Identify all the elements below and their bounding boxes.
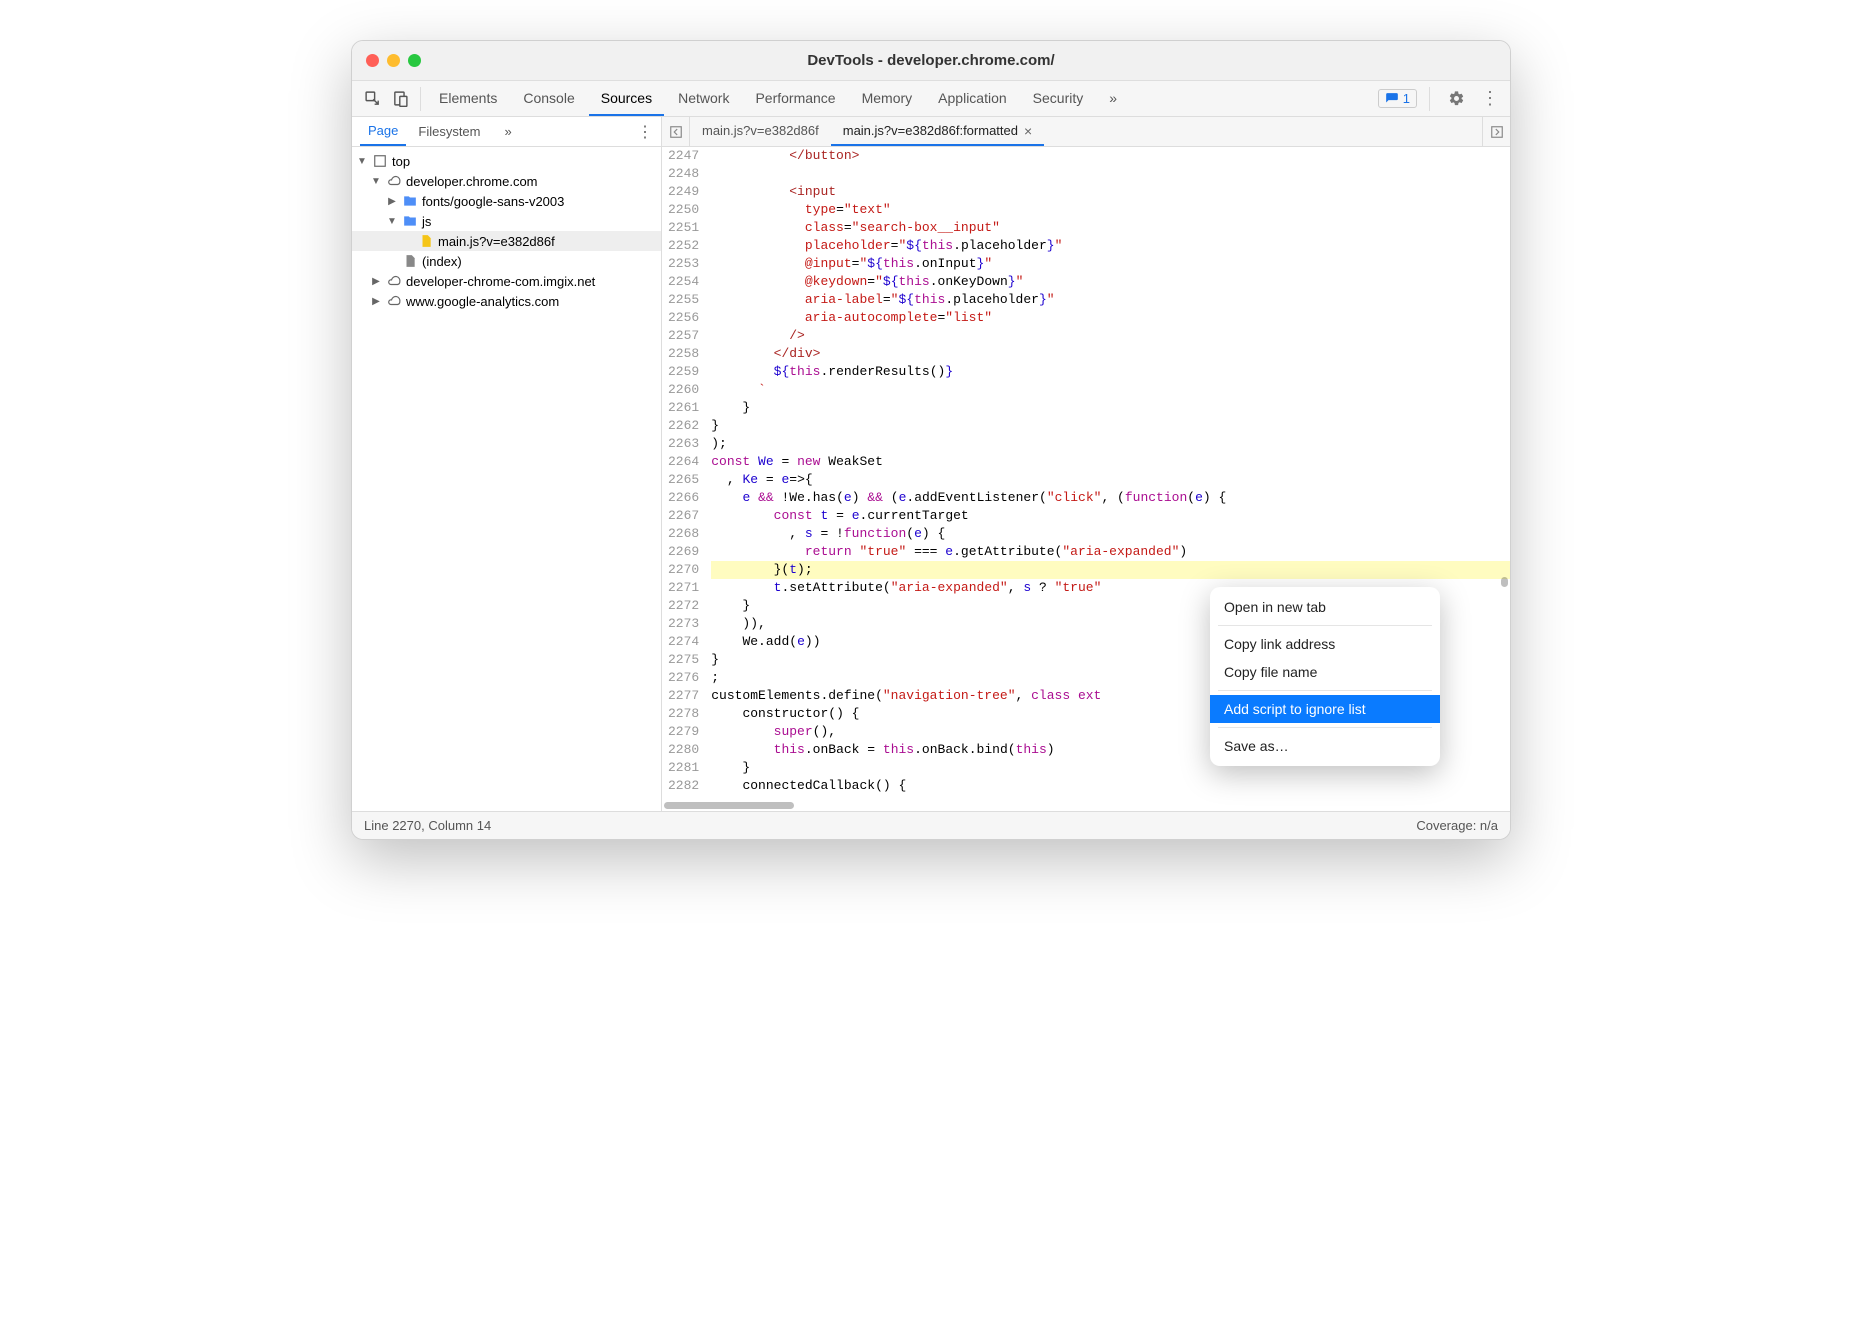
separator xyxy=(1429,87,1430,111)
document-icon xyxy=(402,253,418,269)
navigator-tabs: Page Filesystem » ⋮ xyxy=(352,117,661,147)
window-title: DevTools - developer.chrome.com/ xyxy=(352,52,1510,69)
tree-label: main.js?v=e382d86f xyxy=(438,234,555,249)
frame-icon xyxy=(372,153,388,169)
menu-copy-link-address[interactable]: Copy link address xyxy=(1210,630,1440,658)
tree-node-top[interactable]: ▼ top xyxy=(352,151,661,171)
separator xyxy=(420,87,421,111)
navigator-menu-icon[interactable]: ⋮ xyxy=(637,122,653,142)
file-tab-mainjs[interactable]: main.js?v=e382d86f xyxy=(690,117,831,146)
tree-label: top xyxy=(392,154,410,169)
menu-copy-file-name[interactable]: Copy file name xyxy=(1210,658,1440,686)
history-back-icon[interactable] xyxy=(662,117,690,146)
file-tree: ▼ top ▼ developer.chrome.com ▶ fonts/goo… xyxy=(352,147,661,315)
tab-performance[interactable]: Performance xyxy=(743,81,847,116)
file-tabs: main.js?v=e382d86f main.js?v=e382d86f:fo… xyxy=(662,117,1510,147)
cloud-icon xyxy=(386,293,402,309)
menu-separator xyxy=(1218,690,1432,691)
context-menu: Open in new tab Copy link address Copy f… xyxy=(1210,587,1440,766)
menu-save-as[interactable]: Save as… xyxy=(1210,732,1440,760)
navigator-tab-filesystem[interactable]: Filesystem xyxy=(410,117,488,146)
js-file-icon xyxy=(418,233,434,249)
folder-icon xyxy=(402,213,418,229)
tree-node-js[interactable]: ▼ js xyxy=(352,211,661,231)
kebab-menu-icon[interactable]: ⋮ xyxy=(1476,85,1504,113)
tab-sources[interactable]: Sources xyxy=(589,81,664,116)
tab-security[interactable]: Security xyxy=(1021,81,1096,116)
cursor-position: Line 2270, Column 14 xyxy=(364,818,491,833)
folder-icon xyxy=(402,193,418,209)
horizontal-scrollbar[interactable] xyxy=(664,802,794,809)
tree-node-mainjs[interactable]: main.js?v=e382d86f xyxy=(352,231,661,251)
menu-add-to-ignore-list[interactable]: Add script to ignore list xyxy=(1210,695,1440,723)
tree-label: developer-chrome-com.imgix.net xyxy=(406,274,595,289)
tabs-overflow-icon[interactable]: » xyxy=(1097,81,1129,116)
tab-network[interactable]: Network xyxy=(666,81,741,116)
toolbar-right: 1 ⋮ xyxy=(1378,85,1504,113)
toggle-sidebar-icon[interactable] xyxy=(1482,117,1510,146)
line-gutter[interactable]: 2247224822492250225122522253225422552256… xyxy=(662,147,707,795)
navigator-sidebar: Page Filesystem » ⋮ ▼ top ▼ developer.ch… xyxy=(352,117,662,811)
tab-memory[interactable]: Memory xyxy=(850,81,925,116)
close-tab-icon[interactable]: × xyxy=(1024,123,1032,139)
vertical-scrollbar[interactable] xyxy=(1501,577,1508,587)
tree-label: (index) xyxy=(422,254,462,269)
tree-node-ga[interactable]: ▶ www.google-analytics.com xyxy=(352,291,661,311)
tree-node-fonts[interactable]: ▶ fonts/google-sans-v2003 xyxy=(352,191,661,211)
tree-label: js xyxy=(422,214,431,229)
file-tab-label: main.js?v=e382d86f xyxy=(702,123,819,138)
menu-separator xyxy=(1218,727,1432,728)
tree-label: developer.chrome.com xyxy=(406,174,538,189)
cloud-icon xyxy=(386,173,402,189)
navigator-tabs-overflow-icon[interactable]: » xyxy=(497,117,520,146)
titlebar: DevTools - developer.chrome.com/ xyxy=(352,41,1510,81)
settings-gear-icon[interactable] xyxy=(1442,85,1470,113)
coverage-status: Coverage: n/a xyxy=(1416,818,1498,833)
file-tab-mainjs-formatted[interactable]: main.js?v=e382d86f:formatted × xyxy=(831,117,1044,146)
issues-count: 1 xyxy=(1403,91,1410,106)
menu-separator xyxy=(1218,625,1432,626)
devtools-window: DevTools - developer.chrome.com/ Element… xyxy=(351,40,1511,840)
cloud-icon xyxy=(386,273,402,289)
main-toolbar: Elements Console Sources Network Perform… xyxy=(352,81,1510,117)
device-toolbar-icon[interactable] xyxy=(386,85,414,113)
statusbar: Line 2270, Column 14 Coverage: n/a xyxy=(352,811,1510,839)
panel-tabs: Elements Console Sources Network Perform… xyxy=(427,81,1129,116)
menu-open-in-new-tab[interactable]: Open in new tab xyxy=(1210,593,1440,621)
tab-console[interactable]: Console xyxy=(511,81,586,116)
tree-node-index[interactable]: (index) xyxy=(352,251,661,271)
tab-elements[interactable]: Elements xyxy=(427,81,509,116)
file-tab-label: main.js?v=e382d86f:formatted xyxy=(843,123,1018,138)
tab-application[interactable]: Application xyxy=(926,81,1019,116)
tree-label: fonts/google-sans-v2003 xyxy=(422,194,564,209)
tree-node-imgix[interactable]: ▶ developer-chrome-com.imgix.net xyxy=(352,271,661,291)
issues-chip[interactable]: 1 xyxy=(1378,89,1417,108)
tree-label: www.google-analytics.com xyxy=(406,294,559,309)
tree-node-domain[interactable]: ▼ developer.chrome.com xyxy=(352,171,661,191)
navigator-tab-page[interactable]: Page xyxy=(360,117,406,146)
inspect-element-icon[interactable] xyxy=(358,85,386,113)
